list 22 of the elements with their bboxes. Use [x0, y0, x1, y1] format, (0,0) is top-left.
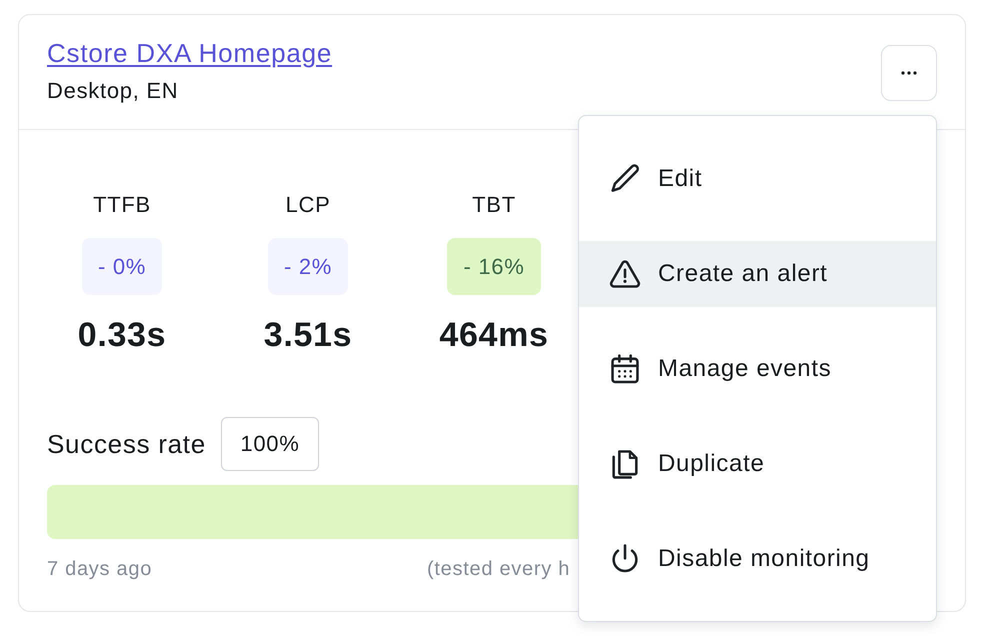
menu-item[interactable]: Manage events: [579, 336, 936, 402]
change-badge: - 2%: [268, 238, 348, 295]
menu-item[interactable]: Create an alert: [579, 241, 936, 307]
menu-item[interactable]: Duplicate: [579, 431, 936, 497]
menu-item[interactable]: Disable monitoring: [579, 526, 936, 592]
metric-label: TTFB: [93, 193, 151, 217]
menu-item[interactable]: Edit: [579, 146, 936, 212]
change-badge: - 0%: [82, 238, 162, 295]
change-badge: - 16%: [447, 238, 541, 295]
ellipsis-icon: [901, 71, 917, 75]
metric-label: TBT: [472, 193, 516, 217]
more-options-button[interactable]: [881, 45, 937, 101]
metric-value: 0.33s: [78, 315, 166, 355]
success-rate-value: 100%: [220, 417, 319, 471]
device-locale-text: Desktop, EN: [47, 78, 178, 104]
success-rate-label: Success rate: [47, 428, 206, 460]
metric-label: LCP: [286, 193, 330, 217]
last-run-text: 7 days ago: [47, 557, 154, 581]
metric-value: 3.51s: [264, 315, 352, 355]
page-title-link[interactable]: Cstore DXA Homepage: [47, 38, 332, 68]
schedule-text: (tested every h: [427, 557, 570, 581]
metric-value: 464ms: [439, 315, 549, 355]
